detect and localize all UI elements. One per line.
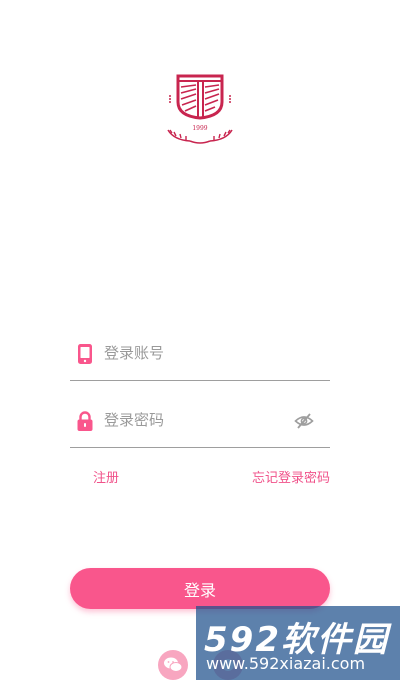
app-logo: 1999 xyxy=(167,74,233,144)
eye-off-icon[interactable] xyxy=(294,411,314,431)
login-button[interactable]: 登录 xyxy=(70,568,330,609)
watermark: 592软件园 www.592xiazai.com xyxy=(196,606,400,680)
lock-icon xyxy=(77,411,93,431)
login-screen: 1999 注册 忘记登录密码 登录 xyxy=(0,0,400,680)
forgot-password-link[interactable]: 忘记登录密码 xyxy=(252,467,330,486)
account-input[interactable] xyxy=(104,338,294,368)
wechat-login-button[interactable] xyxy=(158,650,188,680)
password-field xyxy=(70,403,330,448)
wechat-icon xyxy=(164,657,183,672)
phone-icon xyxy=(78,344,92,364)
phone-field xyxy=(70,336,330,381)
watermark-url: www.592xiazai.com xyxy=(206,654,366,673)
register-link[interactable]: 注册 xyxy=(93,467,119,486)
password-input[interactable] xyxy=(104,405,294,435)
logo-year: 1999 xyxy=(192,125,207,132)
